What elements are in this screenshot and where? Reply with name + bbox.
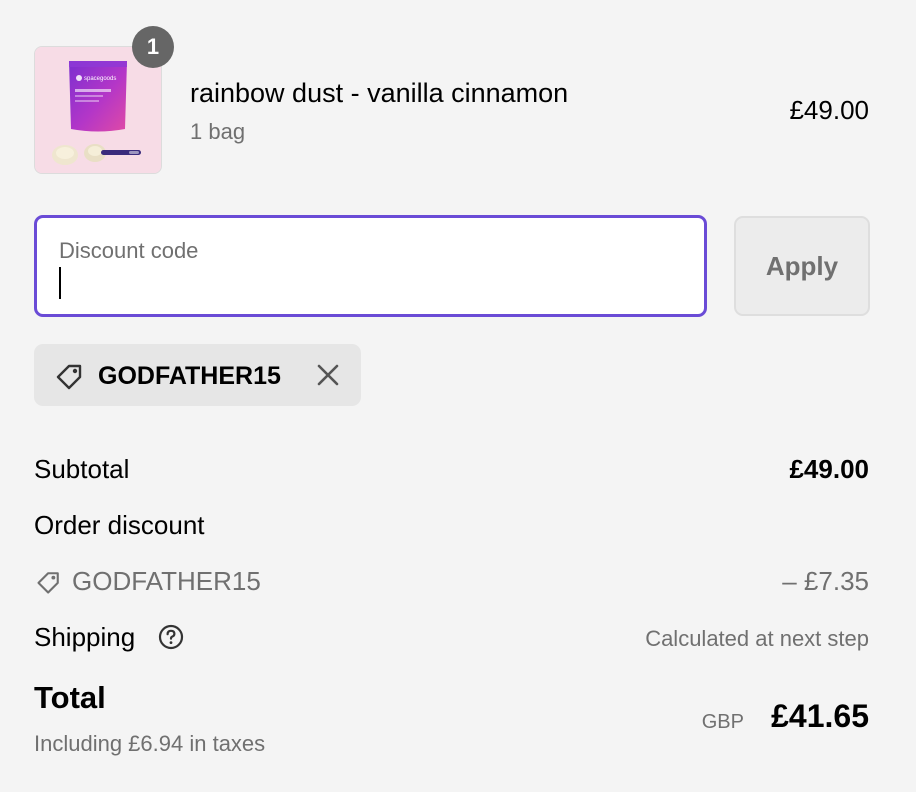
product-price: £49.00 [789, 95, 869, 125]
subtotal-label: Subtotal [34, 454, 130, 484]
product-thumbnail: spacegoods 1 [34, 26, 174, 174]
discount-code-input[interactable] [57, 268, 677, 302]
tag-icon [56, 364, 82, 390]
product-image: spacegoods [35, 47, 161, 173]
brand-logo-text: spacegoods [84, 76, 116, 82]
discount-code-field[interactable]: Discount code [34, 215, 707, 317]
discount-code-label: Discount code [59, 238, 199, 263]
applied-discount-code: GODFATHER15 [98, 362, 281, 390]
currency-code: GBP [701, 711, 744, 733]
close-icon[interactable] [315, 362, 341, 388]
tag-icon [37, 572, 59, 594]
discount-line-code: GODFATHER15 [72, 566, 261, 596]
total-value: £41.65 [771, 698, 869, 734]
product-variant: 1 bag [190, 119, 246, 144]
quantity-badge: 1 [132, 26, 174, 68]
total-label: Total [34, 680, 106, 715]
apply-discount-button[interactable]: Apply [734, 216, 870, 316]
discount-line-value: – £7.35 [782, 566, 869, 596]
applied-discount-chip: GODFATHER15 [34, 344, 361, 406]
product-photo: spacegoods [35, 47, 161, 173]
product-name: rainbow dust - vanilla cinnamon [190, 78, 569, 108]
order-discount-label: Order discount [34, 510, 205, 540]
subtotal-value: £49.00 [789, 454, 869, 484]
text-cursor [59, 267, 61, 299]
shipping-label: Shipping [34, 622, 136, 652]
taxes-note: Including £6.94 in taxes [34, 731, 266, 756]
question-circle-icon[interactable] [158, 624, 184, 650]
shipping-value: Calculated at next step [645, 626, 869, 651]
